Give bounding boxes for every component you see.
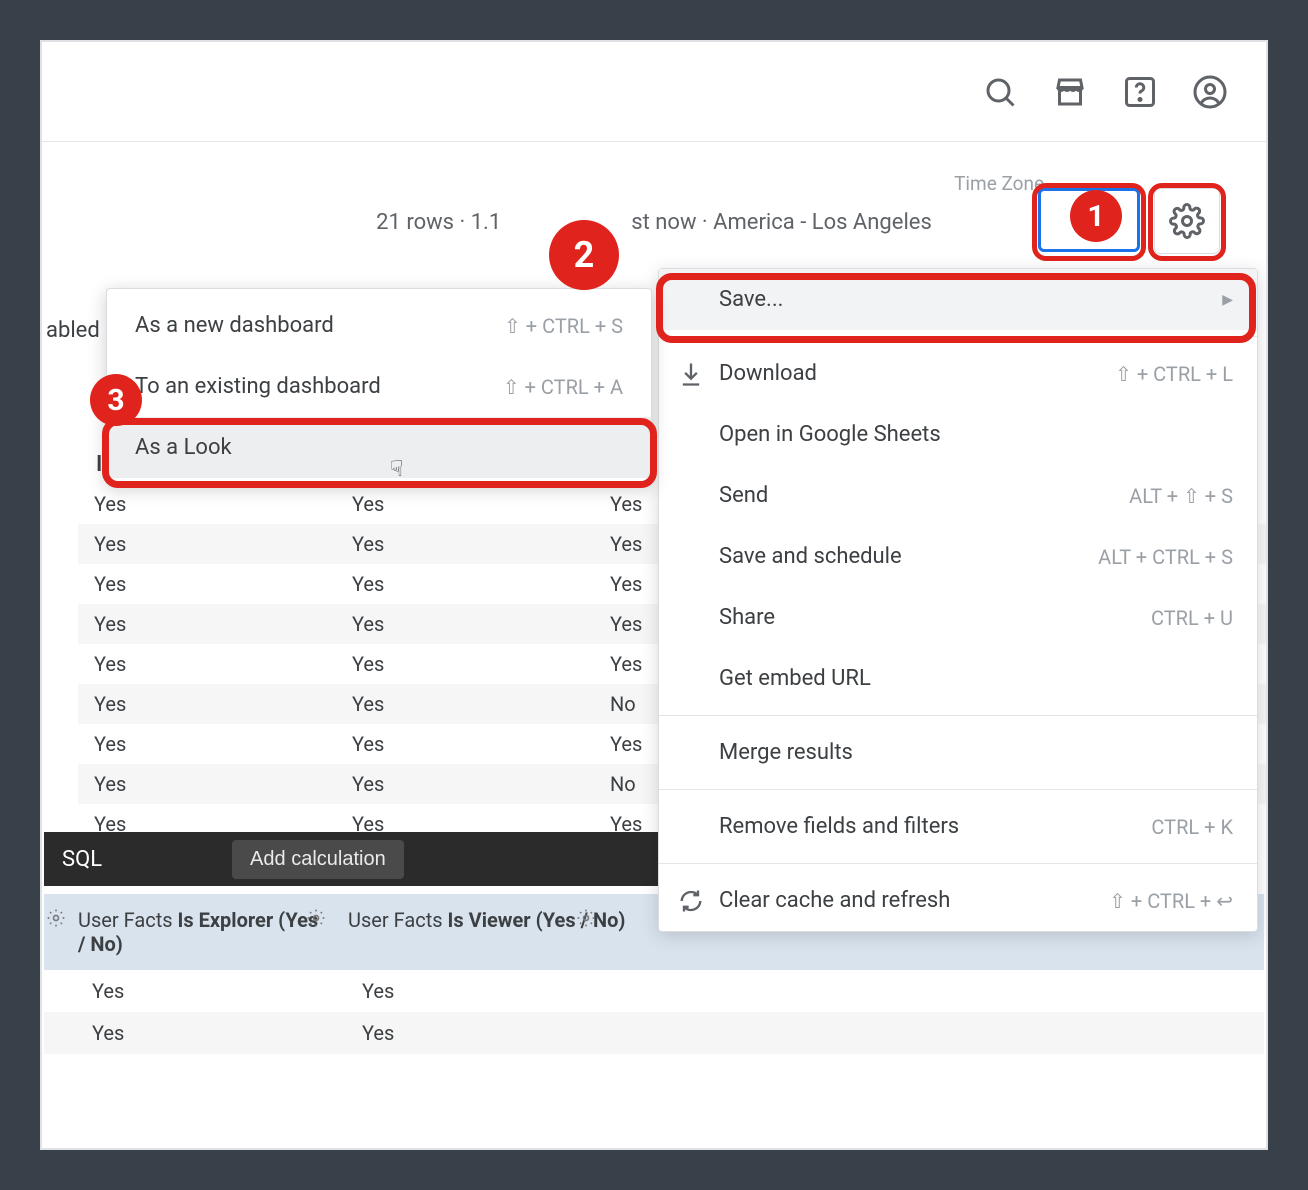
cell: Yes [78, 492, 336, 516]
secondary-table-rows: YesYes YesYes [44, 970, 1264, 1054]
refresh-icon [677, 887, 705, 915]
menu-item-download[interactable]: Download ⇧ + CTRL + L [659, 343, 1257, 404]
menu-item-remove-fields-label: Remove fields and filters [719, 814, 959, 839]
menu-item-download-label: Download [719, 361, 817, 386]
submenu-item-as-look[interactable]: As a Look [107, 417, 651, 478]
cell: Yes [78, 732, 336, 756]
time-zone-label-text: Time Zone [954, 172, 1044, 195]
help-icon[interactable] [1120, 72, 1160, 112]
menu-item-send-shortcut: ALT + ⇧ + S [1129, 484, 1233, 508]
menu-item-send-label: Send [719, 483, 768, 508]
menu-item-save-schedule-shortcut: ALT + CTRL + S [1098, 545, 1233, 569]
cell: Yes [76, 979, 346, 1003]
cell: Yes [78, 652, 336, 676]
menu-item-clear-cache-shortcut: ⇧ + CTRL + ↩ [1109, 889, 1233, 913]
cell: Yes [336, 692, 594, 716]
column-header-prefix: User Facts [78, 908, 178, 932]
search-icon[interactable] [980, 72, 1020, 112]
cell: Yes [336, 612, 594, 636]
menu-separator [659, 789, 1257, 790]
annotation-badge-2: 2 [549, 220, 619, 290]
menu-item-save[interactable]: Save... ▶ [659, 269, 1257, 330]
annotation-badge-3: 3 [90, 374, 142, 426]
submenu-item-new-dashboard-label: As a new dashboard [135, 313, 334, 338]
menu-item-remove-fields[interactable]: Remove fields and filters CTRL + K [659, 796, 1257, 857]
menu-item-merge-label: Merge results [719, 740, 853, 765]
settings-gear-button[interactable] [1154, 188, 1220, 254]
submenu-item-existing-dashboard[interactable]: To an existing dashboard ⇧ + CTRL + A [107, 356, 651, 417]
table-row: YesYes [44, 970, 1264, 1012]
submenu-item-as-look-label: As a Look [135, 435, 232, 460]
menu-item-embed-label: Get embed URL [719, 666, 871, 691]
cell: Yes [78, 532, 336, 556]
account-icon[interactable] [1190, 72, 1230, 112]
chevron-right-icon: ▶ [1222, 292, 1233, 308]
menu-item-share-shortcut: CTRL + U [1151, 606, 1233, 630]
menu-item-open-sheets[interactable]: Open in Google Sheets [659, 404, 1257, 465]
cell: Yes [78, 572, 336, 596]
submenu-item-existing-dashboard-shortcut: ⇧ + CTRL + A [503, 375, 623, 399]
settings-menu: Save... ▶ Download ⇧ + CTRL + L Open in … [658, 268, 1258, 932]
status-text-prefix: 21 rows · 1.1 [376, 210, 501, 235]
cell: Yes [336, 732, 594, 756]
column-header-bold: Is Viewer (Yes / No) [448, 908, 626, 932]
menu-item-clear-cache[interactable]: Clear cache and refresh ⇧ + CTRL + ↩ [659, 870, 1257, 931]
top-bar [42, 42, 1266, 142]
cursor-icon: ☟ [390, 457, 403, 482]
menu-item-embed[interactable]: Get embed URL [659, 648, 1257, 709]
menu-separator [659, 863, 1257, 864]
marketplace-icon[interactable] [1050, 72, 1090, 112]
column-header-prefix: User Facts [348, 908, 448, 932]
menu-item-clear-cache-label: Clear cache and refresh [719, 888, 950, 913]
cell: Yes [76, 1021, 346, 1045]
cell: Yes [336, 572, 594, 596]
cell: Yes [346, 979, 1264, 1003]
table-row: YesYes [44, 1012, 1264, 1054]
column-header-is-explorer[interactable]: User Facts Is Explorer (Yes / No) [66, 894, 336, 970]
submenu-item-new-dashboard[interactable]: As a new dashboard ⇧ + CTRL + S [107, 295, 651, 356]
app-frame: Time Zone ⌄ 21 rows · 1.1 st now · Ameri… [40, 40, 1268, 1150]
gear-icon [46, 909, 66, 933]
add-calculation-button[interactable]: Add calculation [232, 840, 404, 879]
menu-item-send[interactable]: Send ALT + ⇧ + S [659, 465, 1257, 526]
download-icon [677, 360, 705, 388]
menu-item-save-schedule[interactable]: Save and schedule ALT + CTRL + S [659, 526, 1257, 587]
menu-item-share[interactable]: Share CTRL + U [659, 587, 1257, 648]
sql-tab[interactable]: SQL [62, 847, 102, 872]
column-settings[interactable] [44, 894, 66, 970]
menu-item-remove-fields-shortcut: CTRL + K [1151, 815, 1233, 839]
menu-item-merge[interactable]: Merge results [659, 722, 1257, 783]
menu-separator [659, 715, 1257, 716]
menu-item-open-sheets-label: Open in Google Sheets [719, 422, 941, 447]
cell: Yes [336, 652, 594, 676]
menu-item-share-label: Share [719, 605, 775, 630]
save-submenu: As a new dashboard ⇧ + CTRL + S To an ex… [106, 288, 652, 485]
cell: Yes [336, 532, 594, 556]
cell: Yes [78, 612, 336, 636]
cell: Yes [78, 692, 336, 716]
cell: Yes [336, 492, 594, 516]
cell: Yes [336, 772, 594, 796]
submenu-item-new-dashboard-shortcut: ⇧ + CTRL + S [504, 314, 623, 338]
gear-icon[interactable] [576, 908, 596, 933]
status-text-suffix: st now · America - Los Angeles [631, 210, 932, 235]
submenu-item-existing-dashboard-label: To an existing dashboard [135, 374, 381, 399]
gear-icon[interactable] [306, 908, 326, 933]
menu-item-save-label: Save... [719, 287, 783, 312]
menu-item-download-shortcut: ⇧ + CTRL + L [1115, 362, 1233, 386]
annotation-badge-1: 1 [1070, 190, 1122, 242]
cell: Yes [346, 1021, 1264, 1045]
menu-item-save-schedule-label: Save and schedule [719, 544, 902, 569]
cell: Yes [78, 772, 336, 796]
menu-separator [659, 336, 1257, 337]
